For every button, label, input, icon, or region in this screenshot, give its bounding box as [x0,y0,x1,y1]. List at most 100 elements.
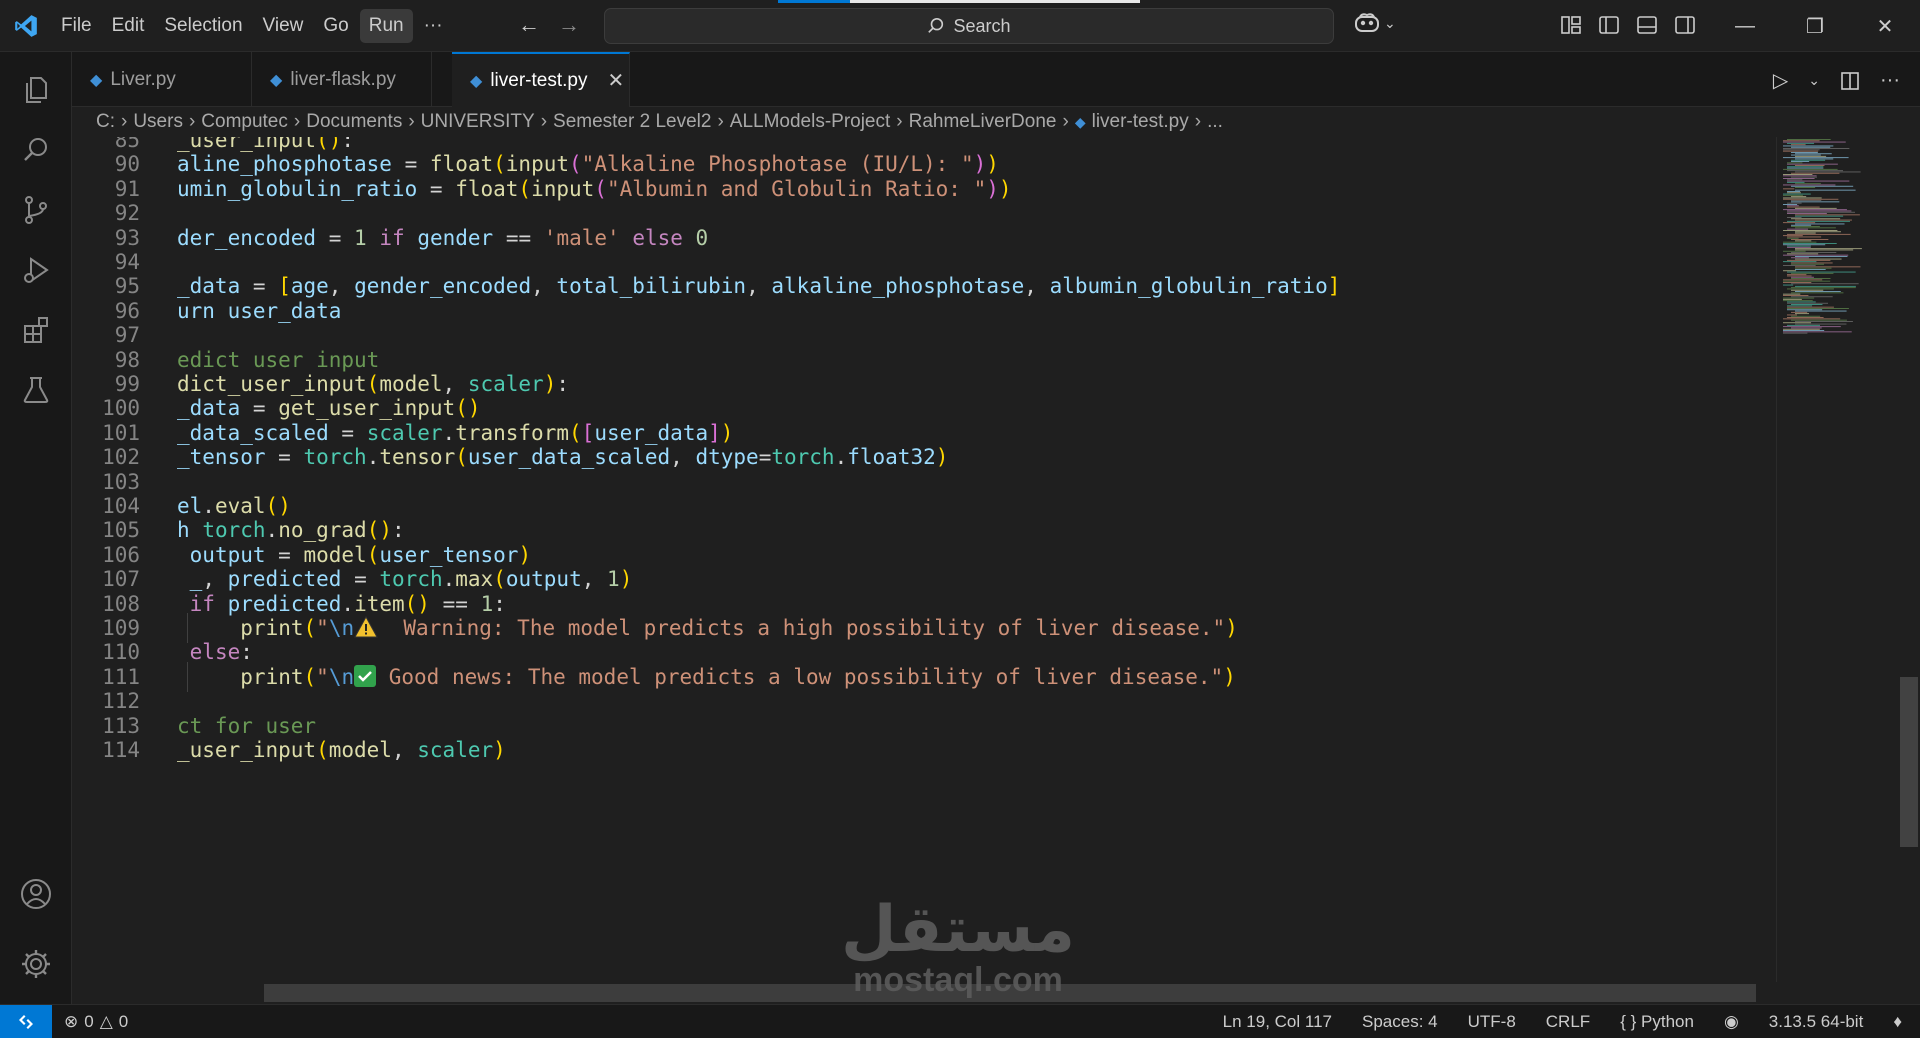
toggle-primary-sidebar-icon[interactable] [1598,14,1620,36]
chevron-right-icon: › [293,111,301,132]
language-mode[interactable]: { } Python [1620,1012,1694,1032]
minimap-line [1791,200,1822,201]
source-control-icon[interactable] [0,178,72,242]
minimap-line [1795,285,1856,287]
minimap-line [1787,308,1849,309]
breadcrumb-item[interactable]: liver-test.py [1092,111,1189,133]
search-icon[interactable] [0,118,72,182]
indentation[interactable]: Spaces: 4 [1362,1012,1438,1032]
minimap-line [1787,228,1809,230]
menu-view[interactable]: View [254,9,313,43]
toggle-secondary-sidebar-icon[interactable] [1674,14,1696,36]
check-emoji-icon [354,665,377,687]
breadcrumb-item[interactable]: Users [133,111,183,133]
tab-liver-flask[interactable]: ◆ liver-flask.py [252,52,432,107]
warning-icon: △ [99,1011,113,1031]
problems-indicator[interactable]: ⊗ 0 △ 0 [64,1012,128,1032]
warning-emoji-icon [354,615,378,638]
breadcrumb-item[interactable]: C: [96,111,115,133]
minimap-line [1795,240,1812,242]
minimap-line [1787,211,1856,213]
menu-go[interactable]: Go [314,9,357,43]
minimap-line [1783,174,1813,175]
minimap-line [1787,237,1799,239]
breadcrumb-item[interactable]: Semester 2 Level2 [553,111,711,133]
minimap-line [1791,185,1854,187]
breadcrumb-item[interactable]: Computec [201,111,288,133]
python-file-icon: ◆ [270,71,283,89]
vertical-scrollbar[interactable] [1896,137,1920,982]
forward-arrow-icon[interactable]: → [558,12,580,38]
minimap-line [1787,170,1843,172]
copilot-status-icon[interactable]: ◉ [1724,1012,1739,1032]
code-line[interactable]: 114 _user_input(model, scaler) [72,735,1772,765]
run-file-icon[interactable]: ▷ [1773,68,1788,93]
explorer-icon[interactable] [0,58,72,122]
notifications-bell-icon[interactable]: ♦ [1893,1012,1902,1032]
encoding[interactable]: UTF-8 [1468,1012,1516,1032]
testing-icon[interactable] [0,358,72,422]
minimap-line [1787,274,1807,276]
minimap[interactable] [1776,137,1896,982]
code-editor[interactable]: 85 _user_input(): 90 aline_phosphotase = fl… [72,137,1776,982]
more-actions-icon[interactable]: ··· [1880,69,1900,92]
minimap-line [1795,267,1832,269]
minimap-line [1783,222,1816,224]
remote-indicator-icon[interactable] [0,1004,52,1038]
breadcrumb-item[interactable]: UNIVERSITY [421,111,535,133]
minimap-line [1795,158,1834,160]
minimap-line [1783,150,1819,152]
cursor-position[interactable]: Ln 19, Col 117 [1223,1012,1332,1032]
chevron-down-icon[interactable]: ⌄ [1808,72,1820,89]
close-tab-icon[interactable]: ✕ [607,68,624,93]
menu-file[interactable]: File [52,9,101,43]
breadcrumb-item[interactable]: Documents [306,111,402,133]
editor-actions: ▷ ⌄ ··· [1773,68,1900,93]
tab-liver-test[interactable]: ◆ liver-test.py ✕ [452,52,630,107]
restore-icon[interactable]: ❐ [1780,0,1850,52]
settings-gear-icon[interactable] [0,932,72,996]
minimap-line [1791,252,1837,253]
copilot-button[interactable]: ⌄ [1354,12,1396,34]
menu-selection[interactable]: Selection [155,9,251,43]
toggle-panel-icon[interactable] [1636,14,1658,36]
menu-bar: File Edit Selection View Go Run ··· [52,0,454,52]
minimap-line [1787,288,1834,290]
vertical-scrollbar-thumb[interactable] [1900,677,1918,847]
minimap-line [1783,145,1834,147]
back-arrow-icon[interactable]: ← [518,12,540,38]
minimap-line [1795,155,1827,157]
extensions-icon[interactable] [0,298,72,362]
layout-controls [1560,14,1696,36]
breadcrumb-item[interactable]: ALLModels-Project [730,111,891,133]
menu-more[interactable]: ··· [415,9,452,43]
breadcrumb-item[interactable]: ... [1207,111,1223,133]
python-file-icon: ◆ [90,71,103,89]
end-of-line[interactable]: CRLF [1546,1012,1590,1032]
status-bar-right: Ln 19, Col 117 Spaces: 4 UTF-8 CRLF { } … [1223,1005,1902,1038]
minimap-line [1791,289,1824,291]
line-number: 114 [102,738,140,762]
minimap-line [1795,153,1832,155]
minimap-line [1795,187,1816,188]
python-interpreter[interactable]: 3.13.5 64-bit [1769,1012,1864,1032]
customize-layout-icon[interactable] [1560,14,1582,36]
run-debug-icon[interactable] [0,238,72,302]
tab-liver[interactable]: ◆ Liver.py [72,52,252,107]
account-icon[interactable] [0,862,72,926]
minimap-line [1795,291,1841,292]
breadcrumb-item[interactable]: RahmeLiverDone [909,111,1057,133]
menu-edit[interactable]: Edit [103,9,154,43]
minimap-line [1795,171,1861,173]
minimap-line [1783,270,1797,272]
split-editor-icon[interactable] [1840,71,1860,91]
minimap-line [1795,215,1844,217]
minimap-line [1791,278,1831,279]
minimap-line [1795,269,1826,270]
minimap-line [1787,302,1828,304]
minimize-icon[interactable]: — [1710,0,1780,52]
command-center-search[interactable]: Search [604,8,1334,44]
menu-run[interactable]: Run [359,8,413,43]
minimap-line [1783,244,1826,246]
close-window-icon[interactable]: ✕ [1850,0,1920,52]
